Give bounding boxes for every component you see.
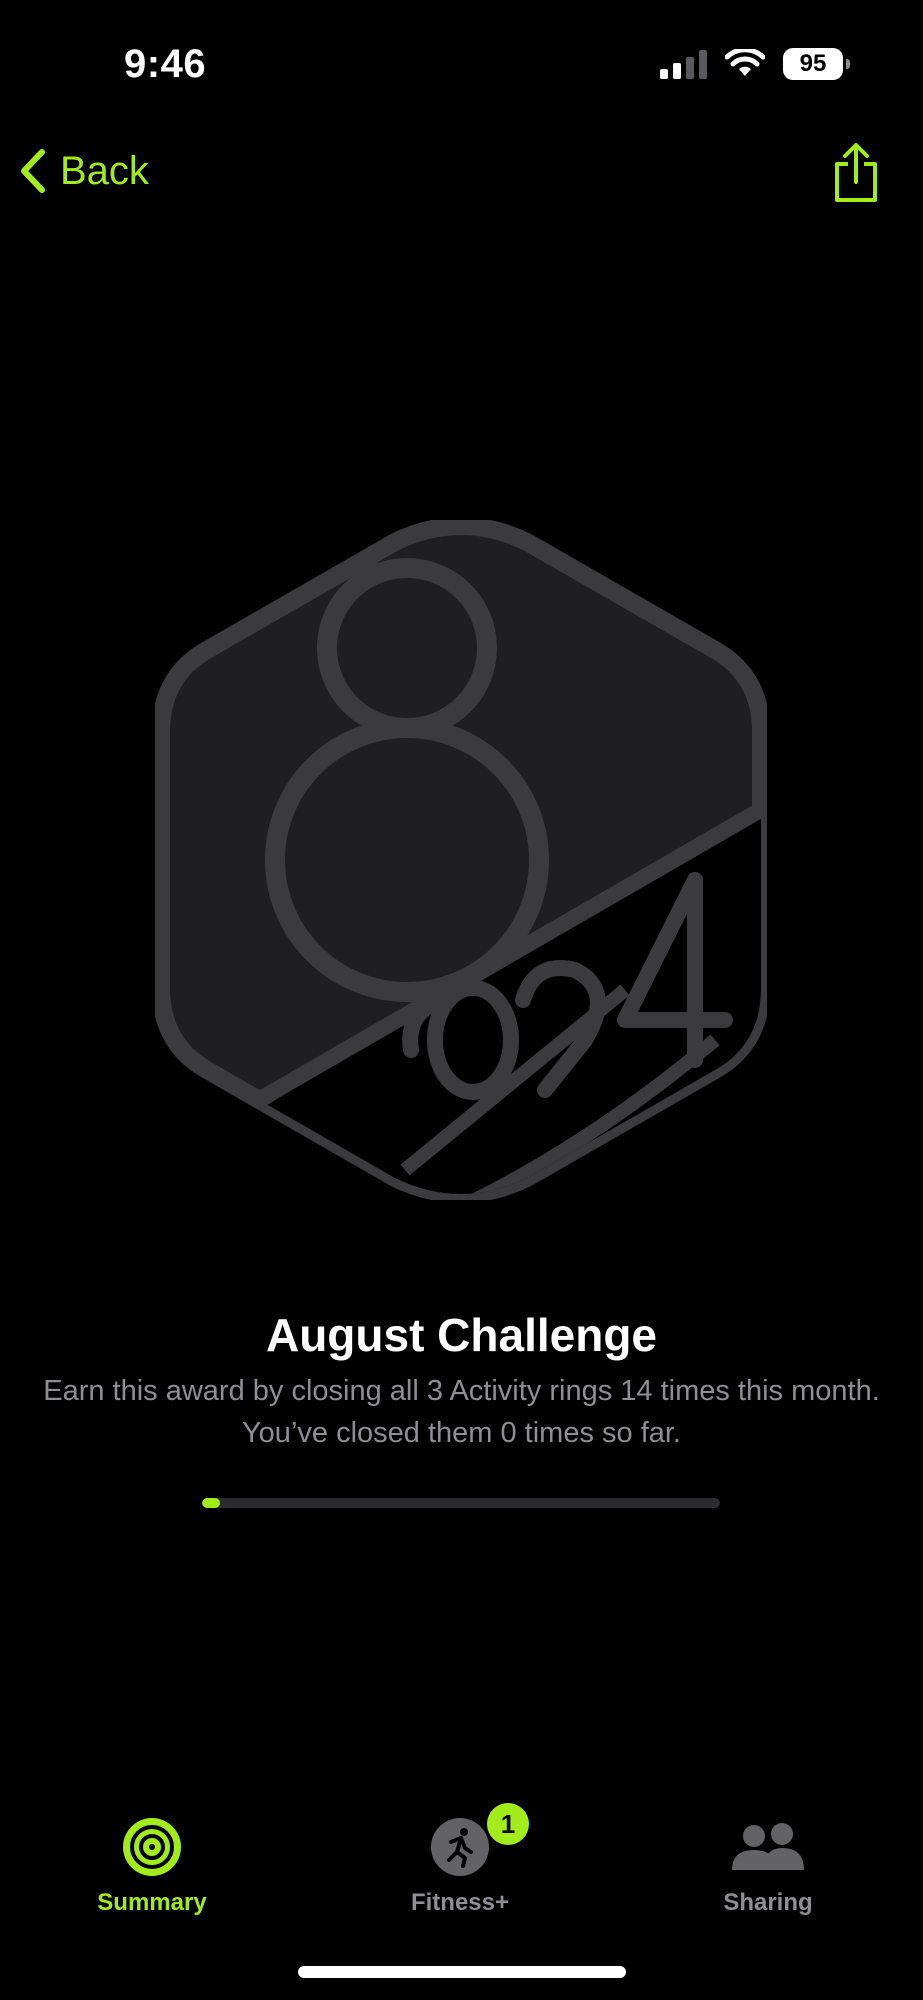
home-indicator[interactable]: [298, 1966, 626, 1978]
share-icon: [835, 143, 877, 202]
share-button[interactable]: [831, 142, 881, 209]
tab-summary[interactable]: Summary: [52, 1815, 252, 1917]
august-award-badge: [155, 520, 767, 1200]
tab-fitness-plus[interactable]: 1 Fitness+: [360, 1803, 560, 1917]
back-button[interactable]: Back: [18, 148, 149, 194]
award-title: August Challenge: [265, 1309, 658, 1361]
tab-sharing[interactable]: Sharing: [668, 1815, 868, 1917]
fitness-runner-icon: [431, 1818, 489, 1876]
chevron-left-icon: [21, 149, 45, 193]
tab-sharing-label: Sharing: [723, 1889, 813, 1916]
back-label: Back: [60, 148, 149, 193]
progress-fill: [202, 1498, 220, 1508]
battery-indicator: 95: [783, 48, 850, 80]
status-icons: 95: [660, 48, 850, 80]
award-description: Earn this award by closing all 3 Activit…: [43, 1375, 880, 1449]
status-time: 9:46: [124, 42, 207, 86]
activity-rings-icon: [123, 1818, 181, 1876]
tab-summary-label: Summary: [97, 1889, 207, 1916]
people-icon: [732, 1823, 804, 1870]
notification-badge: 1: [487, 1803, 529, 1845]
tab-fitness-plus-label: Fitness+: [410, 1889, 510, 1916]
battery-level: 95: [799, 50, 827, 77]
cellular-signal-icon: [660, 49, 707, 79]
wifi-icon: [725, 49, 765, 76]
award-progress-bar: [202, 1498, 720, 1508]
